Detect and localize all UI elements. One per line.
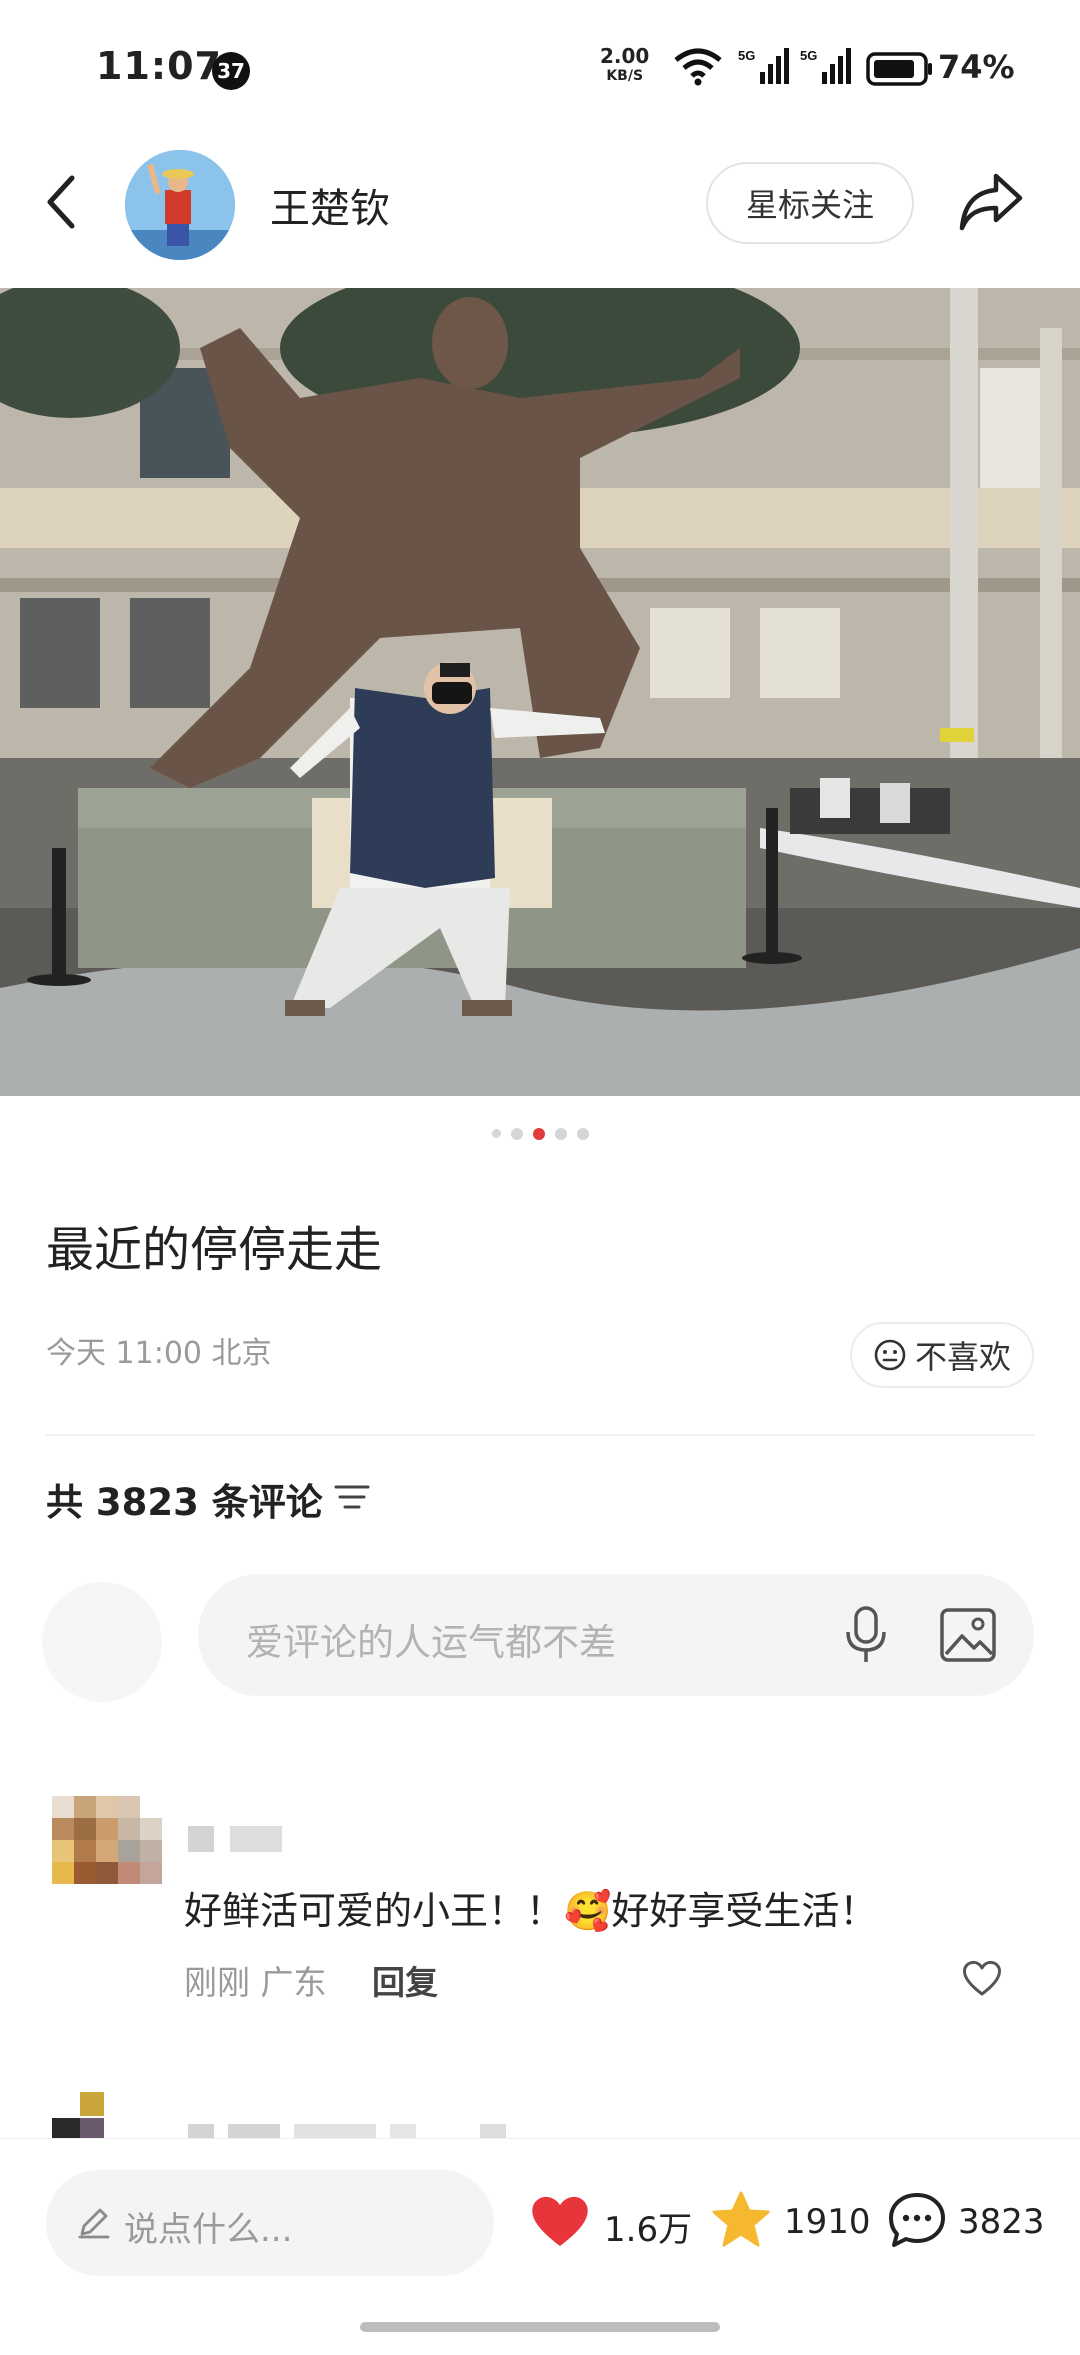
comment-input-placeholder: 爱评论的人运气都不差 xyxy=(246,1621,616,1664)
say-something-placeholder: 说点什么... xyxy=(124,2210,293,2250)
sort-icon[interactable] xyxy=(334,1482,370,1512)
microphone-icon[interactable] xyxy=(840,1604,892,1666)
author-avatar[interactable] xyxy=(125,150,235,260)
reply-button[interactable]: 回复 xyxy=(372,1956,438,2004)
carousel-dot xyxy=(510,1128,523,1140)
wifi-icon xyxy=(674,48,722,86)
back-icon[interactable] xyxy=(42,172,82,232)
comment-text: 好鲜活可爱的小王！！🥰好好享受生活！ xyxy=(184,1889,878,1933)
avatar-image xyxy=(125,150,235,260)
carousel-dot xyxy=(491,1129,501,1138)
star-filled-icon[interactable] xyxy=(710,2190,772,2250)
post-title: 最近的停停走走 xyxy=(46,1222,383,1278)
svg-text:5G: 5G xyxy=(738,48,755,63)
battery-percent: 74% xyxy=(938,48,1015,86)
like-count: 1.6万 xyxy=(604,2210,693,2250)
carousel-indicator xyxy=(0,1128,1080,1140)
home-indicator[interactable] xyxy=(360,2322,720,2332)
heart-outline-icon[interactable] xyxy=(960,1958,1004,1998)
comment-count: 共 3823 条评论 xyxy=(46,1481,323,1524)
battery-icon xyxy=(866,52,932,86)
signal-5g-icon-2: 5G xyxy=(800,48,851,84)
post-photo-illustration xyxy=(0,288,1080,1096)
neutral-face-icon xyxy=(874,1339,906,1371)
dislike-label: 不喜欢 xyxy=(914,1338,1011,1376)
commenter-avatar[interactable] xyxy=(52,1796,162,1906)
comment-location: 广东 xyxy=(260,1963,327,2002)
comment-time: 刚刚 xyxy=(184,1963,250,2002)
star-follow-button[interactable]: 星标关注 xyxy=(706,162,914,244)
svg-text:5G: 5G xyxy=(800,48,817,63)
comment-count-bottom: 3823 xyxy=(958,2202,1045,2242)
commenter-avatar-2[interactable] xyxy=(52,2092,136,2142)
post-photo[interactable] xyxy=(0,288,1080,1096)
divider xyxy=(46,1434,1034,1436)
notification-badge: 37 xyxy=(212,52,250,90)
my-avatar xyxy=(42,1582,162,1702)
network-speed-value: 2.00 xyxy=(600,44,650,68)
share-icon[interactable] xyxy=(956,168,1026,234)
heart-filled-icon[interactable] xyxy=(528,2190,592,2250)
favorite-count: 1910 xyxy=(784,2202,871,2242)
commenter-name[interactable] xyxy=(188,1826,282,1852)
signal-5g-icon-1: 5G xyxy=(738,48,789,84)
author-name[interactable]: 王楚钦 xyxy=(270,176,390,234)
carousel-dot xyxy=(554,1128,567,1140)
network-speed-unit: KB/S xyxy=(606,68,644,84)
comment-meta: 刚刚 广东 xyxy=(184,1956,327,2004)
dislike-button[interactable]: 不喜欢 xyxy=(850,1322,1034,1388)
carousel-dot-active xyxy=(532,1128,545,1140)
image-icon[interactable] xyxy=(938,1604,998,1666)
status-time: 11:07 xyxy=(96,44,222,88)
comment-bubble-icon[interactable] xyxy=(886,2190,948,2250)
post-meta: 今天 11:00 北京 xyxy=(46,1336,272,1371)
pencil-icon xyxy=(78,2208,110,2239)
carousel-dot xyxy=(576,1128,589,1140)
network-speed: 2.00 KB/S xyxy=(600,46,649,86)
